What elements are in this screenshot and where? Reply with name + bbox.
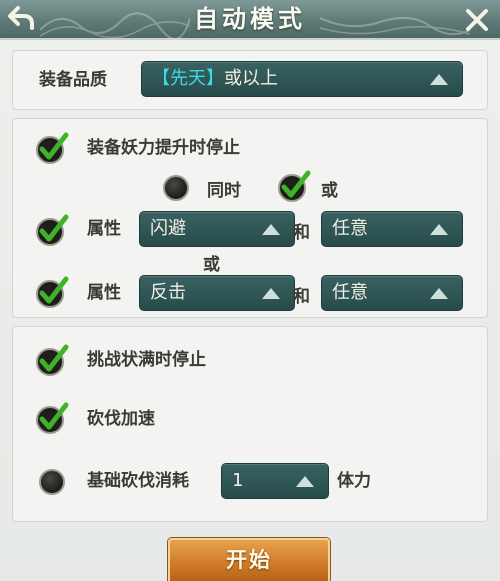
auto-mode-panel: 自动模式 装备品质 【先天】或以上 装备妖力提升时停止 同时 或 属性 闪避 和… — [0, 0, 500, 581]
attr-2-first-value: 反击 — [150, 282, 186, 303]
attr-1-second-value: 任意 — [332, 218, 368, 239]
quality-value-highlight: 【先天】 — [152, 68, 224, 89]
same-time-radio[interactable] — [163, 175, 189, 201]
header-bar: 自动模式 — [0, 0, 500, 40]
back-arrow-icon — [8, 6, 34, 30]
checkmark-icon[interactable] — [35, 131, 69, 165]
quality-value: 【先天】或以上 — [152, 62, 278, 96]
chop-cost-unit: 体力 — [337, 471, 371, 491]
chop-cost-label: 基础砍伐消耗 — [87, 471, 189, 491]
chop-speed-label: 砍伐加速 — [87, 409, 155, 429]
start-button[interactable]: 开始 — [168, 538, 330, 581]
start-button-label: 开始 — [226, 548, 272, 572]
attr-1-and-label: 和 — [293, 223, 310, 243]
page-title: 自动模式 — [194, 5, 306, 33]
chevron-up-icon — [430, 288, 448, 299]
attr-2-first-dropdown[interactable]: 反击 — [139, 275, 295, 311]
chop-cost-value: 1 — [232, 470, 244, 491]
or-label: 或 — [321, 181, 338, 201]
attr-2-second-dropdown[interactable]: 任意 — [321, 275, 463, 311]
checkmark-icon[interactable] — [35, 343, 69, 377]
attr-2-and-label: 和 — [293, 287, 310, 307]
quality-value-rest: 或以上 — [224, 68, 278, 89]
attr-1-first-value: 闪避 — [150, 218, 186, 239]
chevron-up-icon — [430, 74, 448, 85]
between-or-label: 或 — [203, 255, 220, 275]
checkmark-icon[interactable] — [277, 169, 311, 203]
attr-1-first-dropdown[interactable]: 闪避 — [139, 211, 295, 247]
chop-cost-radio[interactable] — [39, 469, 65, 495]
quality-label: 装备品质 — [39, 70, 107, 90]
checkmark-icon[interactable] — [35, 275, 69, 309]
chop-cost-dropdown[interactable]: 1 — [221, 463, 329, 499]
back-button[interactable] — [4, 2, 38, 34]
chevron-up-icon — [430, 224, 448, 235]
checkmark-icon[interactable] — [35, 213, 69, 247]
quality-section: 装备品质 【先天】或以上 — [12, 50, 488, 110]
stop-demon-label: 装备妖力提升时停止 — [87, 138, 240, 158]
chevron-up-icon — [262, 288, 280, 299]
challenge-section: 挑战状满时停止 砍伐加速 基础砍伐消耗 1 体力 — [12, 326, 488, 522]
attr-2-label: 属性 — [87, 283, 121, 303]
quality-dropdown[interactable]: 【先天】或以上 — [141, 61, 463, 97]
chevron-up-icon — [296, 476, 314, 487]
same-time-label: 同时 — [207, 181, 241, 201]
close-button[interactable] — [460, 4, 494, 36]
stop-full-label: 挑战状满时停止 — [87, 350, 206, 370]
demon-power-section: 装备妖力提升时停止 同时 或 属性 闪避 和 任意 或 属性 反击 和 任意 — [12, 118, 488, 318]
attr-1-second-dropdown[interactable]: 任意 — [321, 211, 463, 247]
chevron-up-icon — [262, 224, 280, 235]
close-icon — [466, 9, 488, 31]
checkmark-icon[interactable] — [35, 401, 69, 435]
attr-2-second-value: 任意 — [332, 282, 368, 303]
attr-1-label: 属性 — [87, 219, 121, 239]
